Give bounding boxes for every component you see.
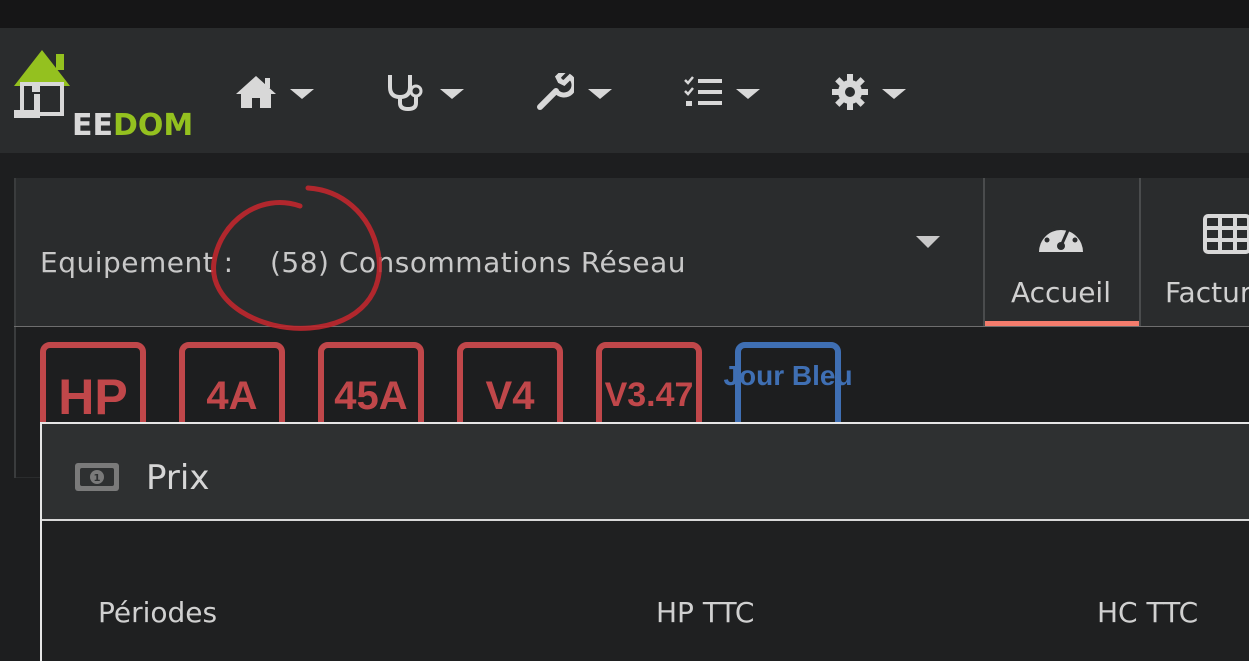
tasks-icon (684, 75, 722, 109)
svg-text:1: 1 (94, 473, 101, 484)
wrench-icon (536, 73, 574, 111)
chevron-down-icon (588, 89, 612, 99)
chevron-down-icon (882, 89, 906, 99)
chevron-down-icon[interactable] (916, 236, 940, 248)
gear-icon (832, 74, 868, 110)
dashboard-icon (1035, 214, 1087, 258)
logo-text-dom: DOM (113, 108, 194, 143)
money-bill-icon: 1 (74, 462, 120, 496)
navbar: EEDOM (0, 28, 1249, 153)
column-header-periods: Périodes (98, 596, 218, 629)
table-icon (1203, 214, 1249, 258)
logo-text-ee: EE (72, 108, 113, 143)
modal-header: 1 Prix (42, 424, 1249, 521)
nav-health-menu[interactable] (386, 72, 464, 112)
column-header-hc-ttc: HC TTC (1097, 596, 1199, 629)
chevron-down-icon (440, 89, 464, 99)
tab-facturation-label: Factur (1165, 276, 1249, 309)
chevron-down-icon (290, 89, 314, 99)
nav-tasks-menu[interactable] (684, 72, 760, 112)
chevron-down-icon (736, 89, 760, 99)
badge-text: HP (58, 369, 128, 425)
top-strip (0, 0, 1249, 28)
badge-text: 4A (206, 374, 258, 418)
stethoscope-icon (386, 73, 426, 111)
tab-accueil-label: Accueil (1011, 276, 1111, 309)
badge-text: 45A (334, 374, 408, 418)
badge-text: Jour Bleu (723, 360, 853, 391)
nav-settings-menu[interactable] (832, 72, 906, 112)
home-icon (236, 74, 276, 110)
tab-facturation[interactable]: Factur (1139, 178, 1249, 326)
tab-accueil[interactable]: Accueil (983, 178, 1141, 326)
jeedom-logo[interactable]: EEDOM (10, 46, 193, 143)
active-tab-indicator (985, 321, 1139, 326)
logo-text: EEDOM (72, 108, 193, 143)
nav-tools-menu[interactable] (536, 72, 612, 112)
equipment-label: Equipement : (40, 246, 234, 279)
modal-title: Prix (146, 458, 210, 498)
badge-text: V4 (485, 374, 535, 418)
nav-home-menu[interactable] (236, 72, 314, 112)
column-header-hp-ttc: HP TTC (656, 596, 755, 629)
badge-text: V3.47 (604, 376, 694, 414)
price-modal: 1 Prix Périodes HP TTC HC TTC (40, 422, 1249, 661)
equipment-select[interactable]: (58) Consommations Réseau (270, 246, 686, 279)
